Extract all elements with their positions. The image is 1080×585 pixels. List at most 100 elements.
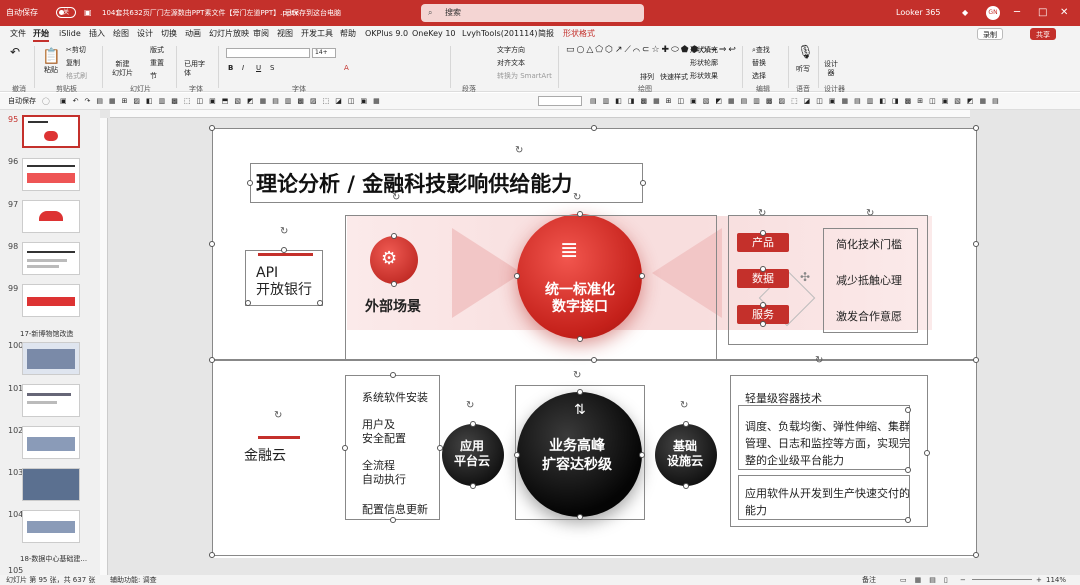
resize-handle[interactable] xyxy=(683,421,689,427)
resize-handle[interactable] xyxy=(577,514,583,520)
resize-handle[interactable] xyxy=(209,357,215,363)
menu-slideshow[interactable]: 幻灯片放映 xyxy=(209,26,249,42)
menu-review[interactable]: 审阅 xyxy=(253,26,269,42)
paste-icon[interactable]: 📋 xyxy=(42,47,61,65)
resize-handle[interactable] xyxy=(905,467,911,473)
slide-thumbnail[interactable] xyxy=(22,115,80,148)
zoom-out-icon[interactable]: − xyxy=(960,575,966,585)
font-name-select[interactable] xyxy=(226,48,310,58)
accessibility-status[interactable]: 辅助功能: 调查 xyxy=(110,575,157,585)
qat-icons[interactable]: ▣↶↷▤▦⊞▨◧▥▩⬚◫▣⬒▧◩▦▤▥▩▨⬚◪◫▣▦ xyxy=(60,93,386,110)
rotate-handle-icon[interactable]: ↻ xyxy=(280,226,288,237)
cut-button[interactable]: ✂剪切 xyxy=(66,45,86,55)
resize-handle[interactable] xyxy=(905,407,911,413)
rotate-handle-icon[interactable]: ↻ xyxy=(866,208,874,219)
resize-handle[interactable] xyxy=(760,230,766,236)
resize-handle[interactable] xyxy=(437,445,443,451)
resize-handle[interactable] xyxy=(924,450,930,456)
record-button[interactable]: 录制 xyxy=(977,28,1003,40)
rotate-handle-icon[interactable]: ↻ xyxy=(573,192,581,203)
slide-thumbnail[interactable] xyxy=(22,468,80,501)
selection-frame[interactable] xyxy=(345,215,717,360)
rotate-handle-icon[interactable]: ↻ xyxy=(466,400,474,411)
diamond-icon[interactable]: ◆ xyxy=(962,0,968,26)
select-button[interactable]: 选择 xyxy=(752,71,766,81)
notes-button[interactable]: 备注 xyxy=(862,575,876,585)
search-box[interactable]: ⌕ 搜索 xyxy=(421,4,644,22)
rotate-handle-icon[interactable]: ↻ xyxy=(573,370,581,381)
slide-thumbnail[interactable] xyxy=(22,384,80,417)
quick-styles-button[interactable]: 快速样式 xyxy=(660,72,688,82)
menu-shape-format[interactable]: 形状格式 xyxy=(563,26,595,42)
resize-handle[interactable] xyxy=(247,180,253,186)
resize-handle[interactable] xyxy=(973,357,979,363)
resize-handle[interactable] xyxy=(470,421,476,427)
resize-handle[interactable] xyxy=(391,233,397,239)
find-button[interactable]: ⌕查找 xyxy=(752,45,770,55)
shape-fill-button[interactable]: 形状填充 xyxy=(690,45,718,55)
share-button[interactable]: 共享 xyxy=(1030,28,1056,40)
align-text-button[interactable]: 对齐文本 xyxy=(497,58,525,68)
resize-handle[interactable] xyxy=(390,517,396,523)
resize-handle[interactable] xyxy=(905,517,911,523)
avatar[interactable]: GN xyxy=(986,6,1000,20)
resize-handle[interactable] xyxy=(281,247,287,253)
resize-handle[interactable] xyxy=(973,125,979,131)
view-buttons[interactable]: ▭▦▤▯ xyxy=(900,575,956,585)
menu-onekey[interactable]: OneKey 10 xyxy=(412,26,456,42)
rotate-handle-icon[interactable]: ↻ xyxy=(515,145,523,156)
arrange-button[interactable]: 排列 xyxy=(640,72,654,82)
resize-handle[interactable] xyxy=(391,281,397,287)
menu-view[interactable]: 视图 xyxy=(277,26,293,42)
text-direction-button[interactable]: 文字方向 xyxy=(497,45,525,55)
resize-handle[interactable] xyxy=(514,273,520,279)
resize-handle[interactable] xyxy=(245,300,251,306)
rotate-handle-icon[interactable]: ↻ xyxy=(274,410,282,421)
resize-handle[interactable] xyxy=(760,266,766,272)
selection-frame[interactable] xyxy=(738,475,910,520)
zoom-in-icon[interactable]: + xyxy=(1036,575,1042,585)
selection-frame[interactable] xyxy=(823,228,918,333)
resize-handle[interactable] xyxy=(209,241,215,247)
paste-label[interactable]: 粘贴 xyxy=(44,65,58,75)
resize-handle[interactable] xyxy=(577,336,583,342)
section-header[interactable]: 18-数据中心基础建... xyxy=(20,554,87,564)
undo-icon[interactable]: ↶ xyxy=(10,45,20,59)
selection-frame[interactable] xyxy=(250,163,643,203)
selection-frame[interactable] xyxy=(345,375,440,520)
minimize-icon[interactable]: ─ xyxy=(1014,0,1020,26)
menu-lvyhtools[interactable]: LvyhTools(201114) xyxy=(462,26,537,42)
resize-handle[interactable] xyxy=(973,241,979,247)
slide-thumbnail[interactable] xyxy=(22,158,80,191)
shape-effects-button[interactable]: 形状效果 xyxy=(690,71,718,81)
resize-handle[interactable] xyxy=(390,372,396,378)
resize-handle[interactable] xyxy=(760,302,766,308)
slide-thumbnail[interactable] xyxy=(22,342,80,375)
reset-button[interactable]: 重置 xyxy=(150,58,164,68)
resize-handle[interactable] xyxy=(317,300,323,306)
qat-toggle[interactable]: ◯ xyxy=(42,93,50,110)
slide-thumbnail[interactable] xyxy=(22,200,80,233)
new-slide-button[interactable]: 新建 幻灯片 xyxy=(112,60,133,78)
qat-font-select[interactable] xyxy=(538,96,582,106)
format-painter-button[interactable]: 格式刷 xyxy=(66,71,87,81)
slide-thumbnail[interactable] xyxy=(22,242,80,275)
resize-handle[interactable] xyxy=(209,125,215,131)
rotate-handle-icon[interactable]: ↻ xyxy=(758,208,766,219)
section-header[interactable]: 17-新博物馆改造 xyxy=(20,329,73,339)
resize-handle[interactable] xyxy=(760,321,766,327)
font-color-button[interactable]: A xyxy=(344,64,349,72)
slide-thumbnail[interactable] xyxy=(22,284,80,317)
close-icon[interactable]: ✕ xyxy=(1060,0,1068,26)
menu-home[interactable]: 开始 xyxy=(33,26,49,42)
used-font-button[interactable]: 已用字体 xyxy=(184,60,206,78)
dictate-button[interactable]: 听写 xyxy=(796,64,810,74)
maximize-icon[interactable]: □ xyxy=(1038,0,1047,26)
font-size-select[interactable]: 14+ xyxy=(312,48,336,58)
bold-button[interactable]: B xyxy=(228,64,233,72)
resize-handle[interactable] xyxy=(591,125,597,131)
selection-frame[interactable] xyxy=(245,250,323,306)
shape-outline-button[interactable]: 形状轮廓 xyxy=(690,58,718,68)
saved-state[interactable]: 已保存到这台电脑 xyxy=(285,0,341,26)
menu-design[interactable]: 设计 xyxy=(137,26,153,42)
